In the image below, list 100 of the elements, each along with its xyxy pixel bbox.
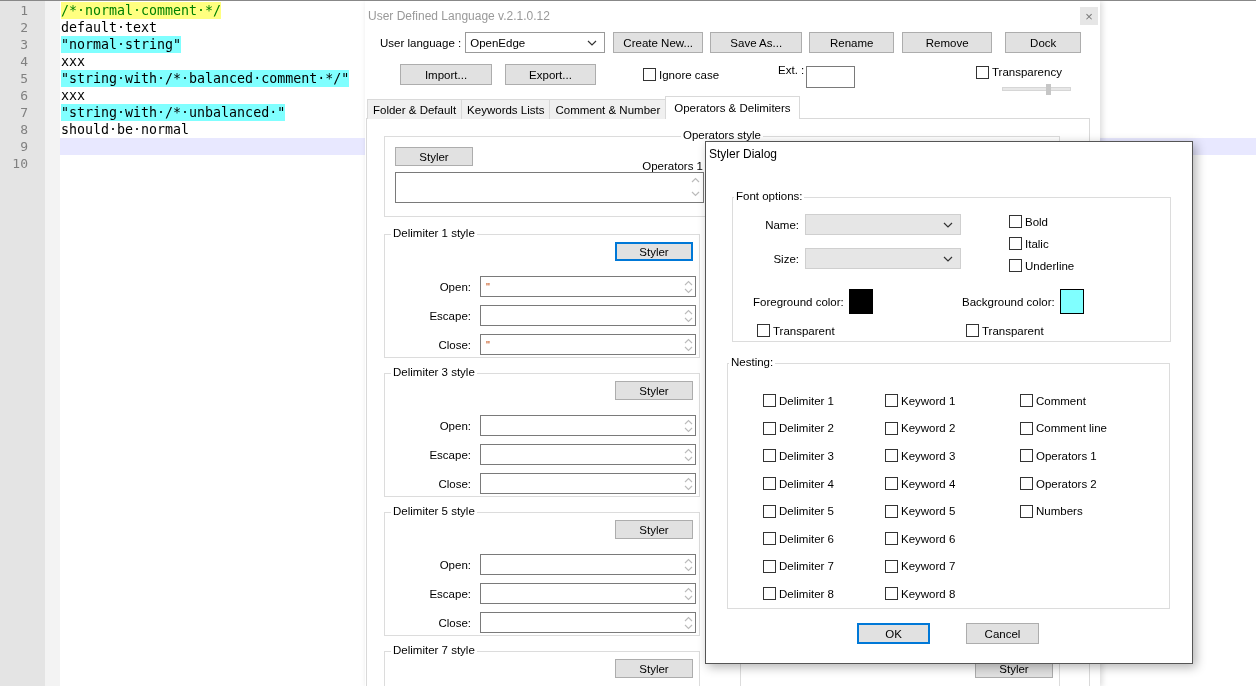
checkbox[interactable]: Delimiter 8 bbox=[763, 580, 885, 608]
tab[interactable]: Operators & Delimiters bbox=[665, 96, 800, 119]
ext-field[interactable] bbox=[806, 66, 856, 88]
checkbox[interactable]: Delimiter 3 bbox=[763, 442, 885, 470]
checkbox[interactable]: Delimiter 1 bbox=[763, 387, 885, 415]
code-line: should·be·normal bbox=[61, 121, 190, 138]
delimiter-field[interactable] bbox=[480, 305, 696, 326]
styler-button[interactable]: Styler bbox=[395, 147, 473, 166]
field-label: Close: bbox=[437, 616, 471, 629]
checkbox[interactable]: Keyword 5 bbox=[885, 497, 1020, 525]
spin-arrows-icon bbox=[684, 586, 693, 602]
toolbar-button[interactable]: Rename bbox=[809, 32, 895, 53]
delimiter-field[interactable]: " bbox=[480, 276, 696, 297]
operators-field[interactable] bbox=[395, 172, 704, 203]
slider-thumb[interactable] bbox=[1045, 84, 1051, 95]
checkbox[interactable]: Keyword 7 bbox=[885, 552, 1020, 581]
checkbox[interactable]: Underline bbox=[1009, 259, 1075, 272]
chevron-icon bbox=[943, 256, 953, 262]
tab[interactable]: Folder & Default bbox=[367, 99, 463, 119]
field-label: Open: bbox=[438, 558, 471, 571]
language-dropdown[interactable]: OpenEdge bbox=[465, 32, 606, 53]
line-number: 8 bbox=[20, 122, 28, 137]
checkbox[interactable]: Transparency bbox=[976, 65, 1072, 79]
toolbar-button[interactable]: Save As... bbox=[710, 32, 803, 53]
cancel-button[interactable]: Cancel bbox=[966, 623, 1039, 644]
group-legend: Delimiter 1 style bbox=[391, 227, 477, 239]
chevron-icon bbox=[943, 222, 953, 228]
checkbox[interactable]: Bold bbox=[1009, 215, 1075, 228]
toolbar-button[interactable]: Dock bbox=[1005, 32, 1082, 53]
color-swatch[interactable] bbox=[848, 289, 873, 314]
field-label: Open: bbox=[438, 280, 471, 293]
checkbox[interactable]: Numbers bbox=[1020, 497, 1169, 525]
checkbox[interactable]: Comment line bbox=[1020, 414, 1169, 443]
checkbox[interactable]: Ignore case bbox=[643, 64, 720, 85]
code-line: default·text bbox=[61, 19, 158, 36]
checkbox[interactable]: Keyword 6 bbox=[885, 524, 1020, 553]
group-legend: Font options: bbox=[734, 190, 805, 202]
color-swatch[interactable] bbox=[1059, 289, 1084, 314]
field-label: Open: bbox=[438, 419, 471, 432]
spin-arrows-icon bbox=[684, 447, 693, 463]
close-button[interactable]: × bbox=[1080, 7, 1098, 25]
size-label: Size: bbox=[772, 252, 799, 265]
styler-button[interactable]: Styler bbox=[615, 659, 693, 678]
styler-button[interactable]: Styler bbox=[615, 242, 693, 261]
spin-arrows-icon bbox=[684, 615, 693, 631]
toolbar-button[interactable]: Create New... bbox=[613, 32, 704, 53]
checkbox[interactable]: Keyword 8 bbox=[885, 580, 1020, 608]
checkbox[interactable]: Delimiter 5 bbox=[763, 497, 885, 525]
line-number: 4 bbox=[20, 54, 28, 69]
code-line: xxx bbox=[61, 87, 86, 104]
delimiter-field[interactable] bbox=[480, 415, 696, 436]
tab[interactable]: Comment & Number bbox=[549, 99, 667, 119]
checkbox[interactable]: Comment bbox=[1020, 387, 1169, 415]
checkbox[interactable]: Transparent bbox=[966, 324, 1170, 337]
field-label: Close: bbox=[437, 477, 471, 490]
line-number: 7 bbox=[20, 105, 28, 120]
name-label: Name: bbox=[764, 218, 799, 231]
code-line: xxx bbox=[61, 53, 86, 70]
line-number: 6 bbox=[20, 88, 28, 103]
styler-button[interactable]: Styler bbox=[615, 520, 693, 539]
checkbox[interactable]: Delimiter 6 bbox=[763, 524, 885, 553]
checkbox[interactable]: Italic bbox=[1009, 237, 1075, 250]
import-button[interactable]: Import... bbox=[400, 64, 492, 85]
operators-label: Operators 1 bbox=[642, 160, 703, 172]
checkbox[interactable]: Keyword 4 bbox=[885, 469, 1020, 498]
checkbox[interactable]: Delimiter 4 bbox=[763, 469, 885, 498]
checkbox[interactable]: Delimiter 7 bbox=[763, 552, 885, 581]
group-legend: Nesting: bbox=[729, 356, 776, 368]
line-number: 9 bbox=[20, 139, 28, 154]
line-number: 10 bbox=[12, 156, 28, 171]
spin-arrows-icon bbox=[684, 476, 693, 492]
delimiter-field[interactable] bbox=[480, 583, 696, 604]
checkbox[interactable]: Delimiter 2 bbox=[763, 414, 885, 443]
field-label: Escape: bbox=[428, 309, 471, 322]
checkbox[interactable]: Transparent bbox=[757, 324, 962, 337]
checkbox[interactable]: Keyword 3 bbox=[885, 442, 1020, 470]
toolbar-button[interactable]: Remove bbox=[902, 32, 993, 53]
tab[interactable]: Keywords Lists bbox=[461, 99, 551, 119]
line-number: 3 bbox=[20, 37, 28, 52]
chevron-icon bbox=[587, 40, 598, 46]
color-label: Background color: bbox=[962, 295, 1055, 308]
delimiter-field[interactable] bbox=[480, 473, 696, 494]
export-button[interactable]: Export... bbox=[505, 64, 596, 85]
spin-arrows-icon bbox=[684, 308, 693, 324]
group-legend: Delimiter 5 style bbox=[391, 505, 477, 517]
checkbox[interactable]: Operators 1 bbox=[1020, 442, 1169, 470]
checkbox[interactable]: Keyword 1 bbox=[885, 387, 1020, 415]
checkbox[interactable]: Keyword 2 bbox=[885, 414, 1020, 443]
delimiter-field[interactable] bbox=[480, 554, 696, 575]
checkbox[interactable]: Operators 2 bbox=[1020, 469, 1169, 498]
dialog-title: Styler Dialog bbox=[708, 146, 779, 163]
group-legend: Delimiter 7 style bbox=[391, 644, 477, 656]
group-legend: Delimiter 3 style bbox=[391, 366, 477, 378]
delimiter-field[interactable] bbox=[480, 612, 696, 633]
delimiter-field[interactable] bbox=[480, 444, 696, 465]
ok-button[interactable]: OK bbox=[857, 623, 930, 644]
styler-button[interactable]: Styler bbox=[615, 381, 693, 400]
delimiter-field[interactable]: " bbox=[480, 334, 696, 355]
line-number: 1 bbox=[20, 3, 28, 18]
field-label: Escape: bbox=[428, 448, 471, 461]
